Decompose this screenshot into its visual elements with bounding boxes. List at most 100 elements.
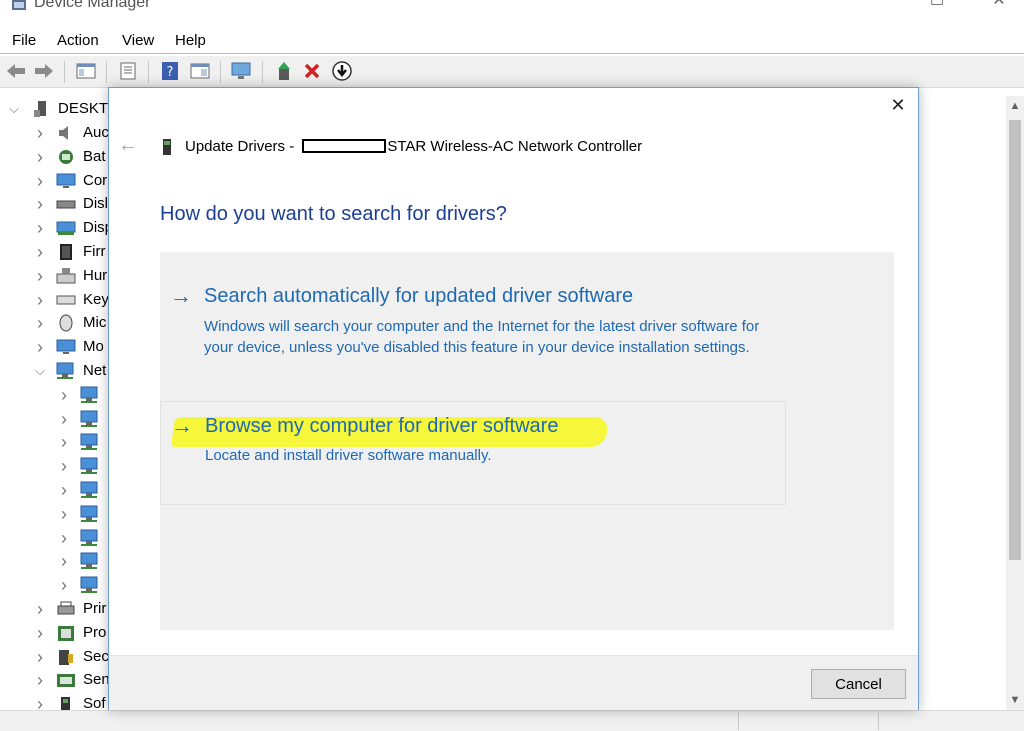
device-manager-icon: [12, 0, 26, 10]
menu-file[interactable]: File: [12, 32, 36, 49]
tree-item[interactable]: › Prir: [0, 598, 110, 620]
network-adapter-item[interactable]: ›: [0, 455, 110, 477]
tree-item[interactable]: › Cor: [0, 170, 110, 192]
chevron-right-icon[interactable]: ›: [34, 265, 46, 287]
chevron-right-icon[interactable]: ›: [34, 312, 46, 334]
scan-hardware-changes-icon[interactable]: [229, 59, 253, 83]
monitor-icon: [56, 339, 76, 355]
network-adapter-item[interactable]: ›: [0, 479, 110, 501]
tree-item[interactable]: › Sen: [0, 669, 110, 691]
tree-item-label: Sof: [83, 695, 106, 710]
toolbar-separator: [220, 61, 221, 83]
uninstall-device-icon[interactable]: [300, 59, 324, 83]
toolbar-separator: [148, 61, 149, 83]
tree-item[interactable]: ⌵ Net: [0, 360, 110, 382]
scroll-up-icon[interactable]: ▲: [1006, 96, 1024, 116]
chevron-right-icon[interactable]: ›: [34, 669, 46, 691]
network-adapter-icon: [80, 410, 98, 427]
network-adapter-item[interactable]: ›: [0, 527, 110, 549]
menu-view[interactable]: View: [122, 32, 154, 49]
disk-drive-icon: [56, 200, 76, 209]
chevron-right-icon[interactable]: ›: [34, 193, 46, 215]
window-title: Device Manager: [34, 0, 151, 11]
option-title[interactable]: Browse my computer for driver software: [205, 415, 558, 438]
redaction-box: [302, 139, 387, 153]
chevron-right-icon[interactable]: ›: [58, 431, 70, 453]
chevron-right-icon[interactable]: ›: [34, 646, 46, 668]
chevron-down-icon[interactable]: ⌵: [34, 360, 46, 382]
network-adapter-item[interactable]: ›: [0, 408, 110, 430]
maximize-button[interactable]: ☐: [914, 0, 960, 14]
tree-item-label: Net: [83, 362, 107, 379]
chevron-right-icon[interactable]: ›: [58, 455, 70, 477]
firmware-chip-icon: [60, 244, 72, 260]
tree-item[interactable]: › Disl: [0, 193, 110, 215]
chevron-right-icon[interactable]: ›: [58, 527, 70, 549]
chevron-right-icon[interactable]: ›: [34, 122, 46, 144]
option-title[interactable]: Search automatically for updated driver …: [204, 285, 633, 308]
network-adapter-item[interactable]: ›: [0, 503, 110, 525]
dialog-title: Update Drivers - STAR Wireless-AC Networ…: [185, 138, 642, 155]
chevron-right-icon[interactable]: ›: [58, 384, 70, 406]
printer-icon: [57, 601, 75, 615]
tree-item[interactable]: › Firr: [0, 241, 110, 263]
chevron-right-icon[interactable]: ›: [58, 479, 70, 501]
chevron-right-icon[interactable]: ›: [34, 146, 46, 168]
update-driver-icon[interactable]: [272, 59, 296, 83]
enable-device-icon[interactable]: [330, 59, 354, 83]
network-adapter-item[interactable]: ›: [0, 574, 110, 596]
tree-item[interactable]: › Sof: [0, 693, 110, 710]
chevron-right-icon[interactable]: ›: [34, 336, 46, 358]
chevron-right-icon[interactable]: ›: [34, 289, 46, 311]
tree-item[interactable]: › Key: [0, 289, 110, 311]
chevron-right-icon[interactable]: ›: [34, 693, 46, 710]
chevron-right-icon[interactable]: ›: [58, 550, 70, 572]
scrollbar-thumb[interactable]: [1009, 120, 1021, 560]
tree-item-label: Firr: [83, 243, 106, 260]
show-hide-console-tree-icon[interactable]: [74, 59, 98, 83]
network-adapter-item[interactable]: ›: [0, 550, 110, 572]
chevron-right-icon[interactable]: ›: [34, 622, 46, 644]
menu-help[interactable]: Help: [175, 32, 206, 49]
option-description: Windows will search your computer and th…: [204, 318, 760, 356]
back-arrow-icon[interactable]: ←: [118, 134, 140, 156]
tree-item[interactable]: › Mo: [0, 336, 110, 358]
close-window-button[interactable]: ✕: [976, 0, 1022, 14]
tree-item[interactable]: › Disp: [0, 217, 113, 239]
properties-icon[interactable]: [116, 59, 140, 83]
tree-item-label: Mo: [83, 338, 104, 356]
option-description: Locate and install driver software manua…: [205, 447, 492, 464]
dialog-close-button[interactable]: ✕: [885, 92, 911, 118]
chevron-right-icon[interactable]: ›: [58, 574, 70, 596]
tree-item[interactable]: › Sec: [0, 646, 110, 668]
chevron-right-icon[interactable]: ›: [58, 503, 70, 525]
tree-item[interactable]: › Hur: [0, 265, 110, 287]
back-arrow-icon[interactable]: [4, 59, 28, 83]
minimize-button[interactable]: —: [852, 0, 898, 14]
chevron-right-icon[interactable]: ›: [34, 241, 46, 263]
scroll-down-icon[interactable]: ▼: [1006, 690, 1024, 710]
search-automatically-option[interactable]: → Search automatically for updated drive…: [160, 276, 786, 391]
menu-action[interactable]: Action: [57, 32, 99, 49]
chevron-right-icon[interactable]: ›: [34, 598, 46, 620]
help-icon[interactable]: ?: [158, 59, 182, 83]
browse-computer-option[interactable]: → Browse my computer for driver software…: [160, 401, 786, 505]
chevron-down-icon[interactable]: ⌵: [8, 98, 20, 120]
cancel-button[interactable]: Cancel: [811, 669, 906, 699]
arrow-right-icon: →: [170, 283, 192, 308]
chevron-right-icon[interactable]: ›: [34, 217, 46, 239]
tree-root[interactable]: ⌵ DESKTO: [0, 98, 119, 120]
network-adapter-item[interactable]: ›: [0, 384, 110, 406]
chevron-right-icon[interactable]: ›: [58, 408, 70, 430]
tree-item[interactable]: › Mic: [0, 312, 110, 334]
network-adapter-icon: [80, 529, 98, 546]
action-pane-icon[interactable]: [188, 59, 212, 83]
chevron-right-icon[interactable]: ›: [34, 170, 46, 192]
tree-item[interactable]: › Pro: [0, 622, 110, 644]
forward-arrow-icon[interactable]: [32, 59, 56, 83]
tree-item[interactable]: › Bat: [0, 146, 110, 168]
tree-item[interactable]: › Auc: [0, 122, 110, 144]
vertical-scrollbar[interactable]: ▲ ▼: [1006, 96, 1024, 710]
menu-bar: File Action View Help: [0, 28, 1024, 54]
network-adapter-item[interactable]: ›: [0, 431, 110, 453]
